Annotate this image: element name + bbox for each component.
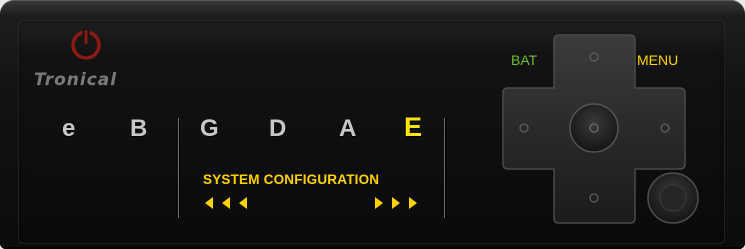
string-a[interactable]: A (339, 115, 356, 143)
string-b[interactable]: B (130, 115, 147, 143)
string-g[interactable]: G (200, 115, 219, 143)
tuner-device: Tronical e B G D A E SYSTEM CONFIGURATIO… (0, 0, 745, 249)
dpad-center-button (569, 103, 619, 153)
triple-arrow-left-icon[interactable] (204, 194, 256, 214)
brand-logo: Tronical (34, 26, 144, 96)
divider-left (178, 118, 179, 218)
round-button[interactable] (645, 170, 701, 226)
divider-right (444, 118, 445, 218)
mode-label: SYSTEM CONFIGURATION (203, 172, 380, 187)
string-e-high[interactable]: e (62, 115, 75, 143)
triple-arrow-right-icon[interactable] (373, 194, 425, 214)
power-icon (71, 28, 101, 60)
string-e-low[interactable]: E (404, 112, 422, 143)
string-d[interactable]: D (269, 115, 286, 143)
brand-name: Tronical (34, 70, 118, 90)
